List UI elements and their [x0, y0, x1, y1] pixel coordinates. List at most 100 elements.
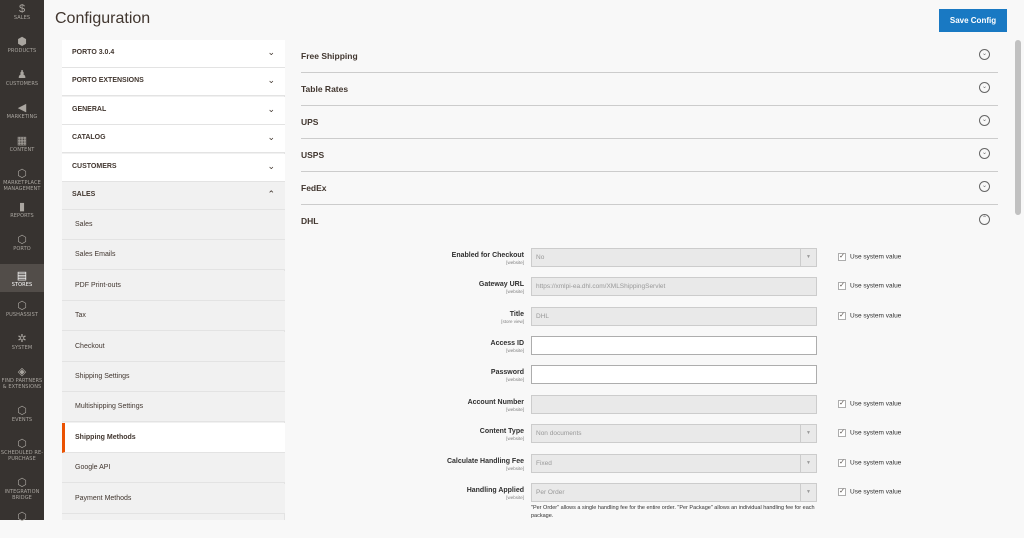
- field-label: Access ID [website]: [324, 340, 524, 354]
- checkbox-checked-icon[interactable]: ✓: [838, 312, 846, 320]
- nav-icon: ▤: [16, 270, 28, 282]
- checkbox-checked-icon[interactable]: ✓: [838, 429, 846, 437]
- field-scope: [website]: [506, 436, 524, 441]
- sidebar-tab-label: PORTO EXTENSIONS: [72, 77, 144, 85]
- section-dhl[interactable]: DHL ⌃: [301, 205, 998, 238]
- sidebar-item-checkout[interactable]: Checkout: [62, 331, 285, 362]
- use-system-value-label: Use system value: [850, 282, 902, 290]
- access-id-field[interactable]: [531, 336, 817, 355]
- nav-label: SCHEDULED RE-PURCHASE: [0, 450, 44, 462]
- field-scope: [store view]: [501, 319, 524, 324]
- checkbox-checked-icon[interactable]: ✓: [838, 488, 846, 496]
- select-arrow-icon: ▼: [800, 484, 816, 501]
- nav-icon: ⬡: [17, 168, 27, 180]
- section-free-shipping[interactable]: Free Shipping ⌄: [301, 40, 998, 73]
- sidebar-item-shipping-methods[interactable]: Shipping Methods: [62, 422, 285, 453]
- nav-item-3[interactable]: ◀ MARKETING: [0, 99, 44, 129]
- section-fedex[interactable]: FedEx ⌄: [301, 172, 998, 205]
- sidebar-item-shipping-settings[interactable]: Shipping Settings: [62, 362, 285, 392]
- section-ups[interactable]: UPS ⌄: [301, 106, 998, 139]
- use-system-value-checkbox[interactable]: ✓ Use system value: [838, 459, 901, 467]
- field-scope: [website]: [506, 407, 524, 412]
- nav-label: MARKETING: [6, 114, 38, 120]
- sidebar-item-google-api[interactable]: Google API: [62, 453, 285, 484]
- nav-item-0[interactable]: $ SALES: [0, 0, 44, 30]
- use-system-value-checkbox[interactable]: ✓ Use system value: [838, 400, 901, 408]
- field-scope: [website]: [506, 495, 524, 500]
- nav-item-14[interactable]: ⬡ INTEGRATION BRIDGE: [0, 474, 44, 504]
- nav-item-11[interactable]: ◈ FIND PARTNERS & EXTENSIONS: [0, 363, 44, 393]
- nav-item-6[interactable]: ▮ REPORTS: [0, 198, 44, 228]
- sidebar-tab-customers[interactable]: CUSTOMERS ⌄: [62, 153, 285, 182]
- use-system-value-label: Use system value: [850, 312, 902, 320]
- gateway-url-field: https://xmlpi-ea.dhl.com/XMLShippingServ…: [531, 277, 817, 296]
- nav-icon: ▮: [18, 201, 26, 213]
- page-scrollbar[interactable]: [1015, 40, 1021, 215]
- field-label-text: Password: [490, 369, 524, 376]
- checkbox-checked-icon[interactable]: ✓: [838, 253, 846, 261]
- nav-item-1[interactable]: ⬢ PRODUCTS: [0, 33, 44, 63]
- use-system-value-checkbox[interactable]: ✓ Use system value: [838, 282, 901, 290]
- sidebar-item-pdf-print-outs[interactable]: PDF Print-outs: [62, 270, 285, 301]
- nav-icon: ⬡: [17, 405, 27, 417]
- nav-item-10[interactable]: ✲ SYSTEM: [0, 330, 44, 360]
- nav-item-5[interactable]: ⬡ MARKETPLACE MANAGEMENT: [0, 165, 44, 195]
- nav-item-8[interactable]: ▤ STORES: [0, 264, 44, 292]
- field-label: Enabled for Checkout [website]: [324, 252, 524, 266]
- nav-item-12[interactable]: ⬡ EVENTS: [0, 402, 44, 432]
- sidebar-item-payment-methods[interactable]: Payment Methods: [62, 483, 285, 514]
- expand-circle-icon[interactable]: ⌄: [979, 49, 990, 60]
- expand-circle-icon[interactable]: ⌄: [979, 181, 990, 192]
- expand-circle-icon[interactable]: ⌄: [979, 148, 990, 159]
- chevron-up-icon: ⌃: [267, 189, 275, 199]
- sidebar-item-label: Checkout: [75, 342, 105, 350]
- expand-circle-icon[interactable]: ⌄: [979, 82, 990, 93]
- field-label-text: Title: [509, 311, 524, 318]
- use-system-value-checkbox[interactable]: ✓ Use system value: [838, 429, 901, 437]
- sidebar-tab-porto-extensions[interactable]: PORTO EXTENSIONS ⌄: [62, 68, 285, 97]
- sidebar-item-label: Tax: [75, 312, 86, 320]
- save-config-button[interactable]: Save Config: [939, 9, 1007, 32]
- checkbox-checked-icon[interactable]: ✓: [838, 400, 846, 408]
- field-row-enabled-for-checkout: Enabled for Checkout [website] No ▼ ✓ Use sys…: [301, 248, 1001, 268]
- use-system-value-checkbox[interactable]: ✓ Use system value: [838, 253, 901, 261]
- collapse-circle-icon[interactable]: ⌃: [979, 214, 990, 225]
- sidebar-tab-porto-3-0-4[interactable]: PORTO 3.0.4 ⌄: [62, 40, 285, 68]
- section-title: Table Rates: [301, 84, 349, 94]
- sidebar-tab-sales[interactable]: SALES ⌃: [62, 182, 285, 210]
- field-value: Fixed: [536, 460, 552, 467]
- sidebar-item-label: Sales Emails: [75, 251, 116, 259]
- checkbox-checked-icon[interactable]: ✓: [838, 459, 846, 467]
- sidebar-item-label: Sales: [75, 221, 93, 228]
- sidebar-tab-label: SALES: [72, 191, 96, 198]
- nav-item-9[interactable]: ⬡ PUSHASSIST: [0, 297, 44, 327]
- nav-item-2[interactable]: ♟ CUSTOMERS: [0, 66, 44, 96]
- sidebar-item-multishipping-settings[interactable]: Multishipping Settings: [62, 392, 285, 423]
- handling-note: "Per Order" allows a single handling fee…: [531, 505, 815, 519]
- field-row-password: Password [website]: [301, 365, 1001, 385]
- password-field[interactable]: [531, 365, 817, 384]
- expand-circle-icon[interactable]: ⌄: [979, 115, 990, 126]
- chevron-down-icon: ⌄: [267, 47, 275, 57]
- sidebar-tab-general[interactable]: GENERAL ⌄: [62, 96, 285, 125]
- nav-icon: ♟: [17, 69, 27, 81]
- field-label: Handling Applied [website]: [324, 487, 524, 501]
- sidebar-item-sales[interactable]: Sales: [62, 210, 285, 240]
- select-arrow-icon: ▼: [800, 249, 816, 266]
- sidebar-item-tax[interactable]: Tax: [62, 301, 285, 332]
- section-title: USPS: [301, 150, 325, 160]
- sidebar-item-sales-emails[interactable]: Sales Emails: [62, 240, 285, 271]
- nav-item-4[interactable]: ▦ CONTENT: [0, 132, 44, 162]
- use-system-value-checkbox[interactable]: ✓ Use system value: [838, 488, 901, 496]
- checkbox-checked-icon[interactable]: ✓: [838, 282, 846, 290]
- section-usps[interactable]: USPS ⌄: [301, 139, 998, 172]
- section-table-rates[interactable]: Table Rates ⌄: [301, 73, 998, 106]
- page-title: Configuration: [55, 10, 151, 27]
- use-system-value-checkbox[interactable]: ✓ Use system value: [838, 312, 901, 320]
- field-value: https://xmlpi-ea.dhl.com/XMLShippingServ…: [536, 283, 666, 290]
- nav-item-15[interactable]: ⬡: [0, 508, 44, 538]
- use-system-value-label: Use system value: [850, 459, 902, 467]
- nav-item-13[interactable]: ⬡ SCHEDULED RE-PURCHASE: [0, 435, 44, 465]
- sidebar-tab-catalog[interactable]: CATALOG ⌄: [62, 125, 285, 154]
- nav-item-7[interactable]: ⬡ PORTO: [0, 231, 44, 261]
